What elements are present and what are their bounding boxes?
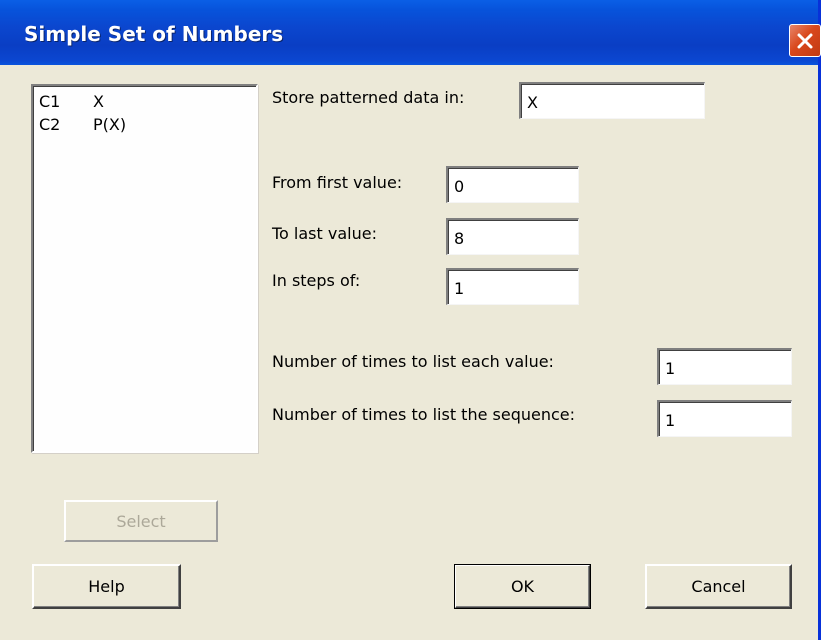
times-seq-field[interactable]: 1 [657, 400, 792, 437]
store-field[interactable]: X [519, 82, 705, 119]
from-label: From first value: [272, 173, 403, 192]
variable-name: P(X) [93, 115, 127, 134]
from-field[interactable]: 0 [446, 166, 579, 203]
close-button[interactable] [789, 24, 821, 57]
title-bar[interactable]: Simple Set of Numbers [0, 0, 821, 65]
steps-label: In steps of: [272, 271, 361, 290]
help-button[interactable]: Help [32, 564, 181, 609]
select-button[interactable]: Select [64, 500, 218, 542]
list-item[interactable]: C2 P(X) [39, 115, 126, 135]
variable-column: C1 [39, 92, 61, 111]
variable-list[interactable]: C1 X C2 P(X) [31, 84, 258, 453]
to-label: To last value: [272, 224, 377, 243]
dialog-window: Simple Set of Numbers C1 X C2 P(X) Store p… [0, 0, 821, 640]
to-field[interactable]: 8 [446, 218, 579, 255]
dialog-title: Simple Set of Numbers [24, 22, 284, 46]
variable-name: X [93, 92, 104, 111]
times-each-field[interactable]: 1 [657, 348, 792, 385]
list-item[interactable]: C1 X [39, 92, 104, 112]
ok-button[interactable]: OK [454, 564, 591, 609]
times-each-label: Number of times to list each value: [272, 352, 554, 371]
steps-field[interactable]: 1 [446, 268, 579, 305]
variable-column: C2 [39, 115, 61, 134]
cancel-button[interactable]: Cancel [645, 564, 792, 609]
times-seq-label: Number of times to list the sequence: [272, 405, 576, 424]
close-icon [795, 31, 815, 51]
store-label: Store patterned data in: [272, 88, 465, 107]
